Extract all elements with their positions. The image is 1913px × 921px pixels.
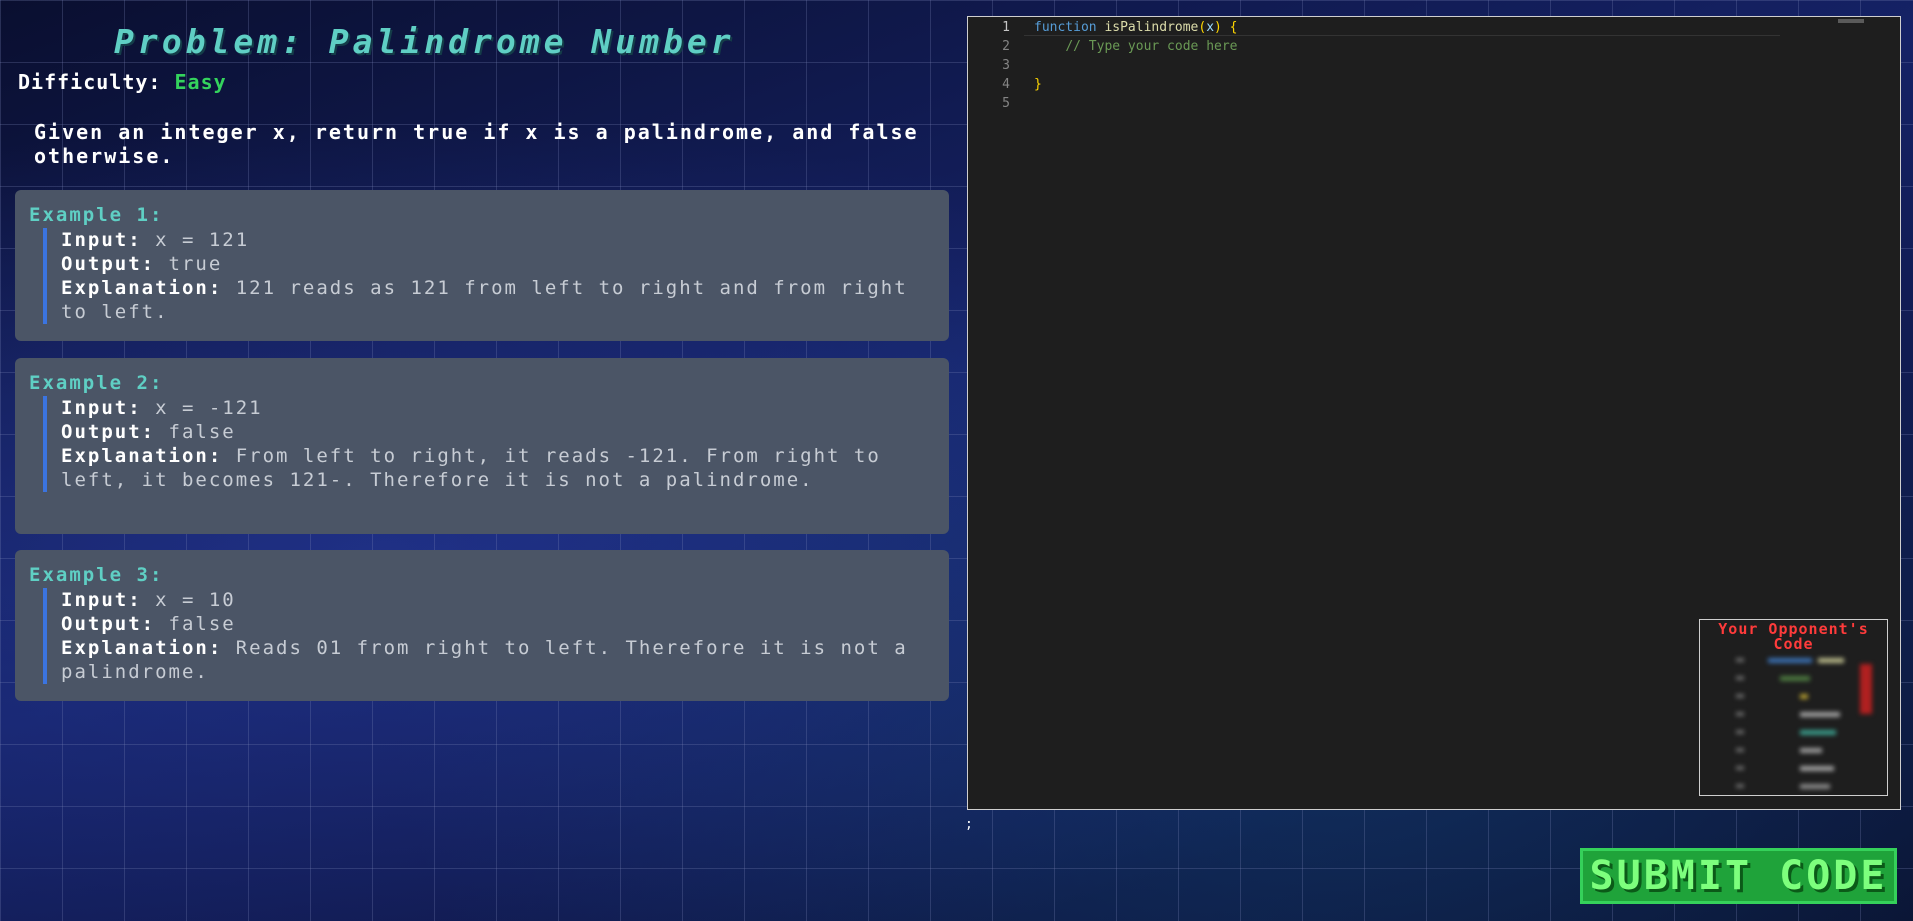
opponent-code-title: Your Opponent's Code	[1718, 620, 1869, 653]
line-number: 3	[1002, 58, 1010, 73]
example-body: Input: x = 10 Output: false Explanation:…	[43, 588, 935, 684]
example-card: Example 1: Input: x = 121 Output: true E…	[15, 190, 949, 341]
explanation-label: Explanation:	[61, 445, 223, 467]
code-text[interactable]: // Type your code here	[1034, 39, 1238, 54]
explanation-label: Explanation:	[61, 637, 223, 659]
line-number: 4	[1002, 77, 1010, 92]
output-value: false	[168, 421, 236, 443]
problem-panel: Problem: Palindrome Number Difficulty: E…	[14, 0, 952, 921]
example-explanation: Explanation: Reads 01 from right to left…	[61, 636, 935, 684]
difficulty-row: Difficulty: Easy	[18, 70, 227, 94]
code-line[interactable]: 5	[968, 96, 1900, 115]
brace-token: ) {	[1214, 20, 1238, 35]
example-input: Input: x = -121	[61, 396, 935, 420]
input-label: Input:	[61, 397, 142, 419]
code-text[interactable]: }	[1034, 77, 1042, 92]
difficulty-label: Difficulty:	[18, 70, 162, 94]
output-label: Output:	[61, 421, 156, 443]
keyword-token: function	[1034, 20, 1097, 35]
example-card: Example 3: Input: x = 10 Output: false E…	[15, 550, 949, 701]
input-value: x = 10	[155, 589, 236, 611]
code-line[interactable]: 1 function isPalindrome(x) {	[968, 20, 1900, 39]
example-title: Example 2:	[29, 372, 164, 394]
difficulty-value: Easy	[174, 70, 227, 94]
param-token: x	[1206, 20, 1215, 35]
example-title: Example 3:	[29, 564, 164, 586]
example-title: Example 1:	[29, 204, 164, 226]
line-number: 5	[1002, 96, 1010, 111]
line-number: 2	[1002, 39, 1010, 54]
input-label: Input:	[61, 229, 142, 251]
example-input: Input: x = 121	[61, 228, 935, 252]
explanation-label: Explanation:	[61, 277, 223, 299]
example-output: Output: true	[61, 252, 935, 276]
submit-code-button[interactable]: SUBMIT CODE	[1580, 848, 1897, 904]
function-name-token: isPalindrome	[1104, 20, 1199, 35]
example-body: Input: x = -121 Output: false Explanatio…	[43, 396, 935, 492]
example-output: Output: false	[61, 612, 935, 636]
example-output: Output: false	[61, 420, 935, 444]
example-body: Input: x = 121 Output: true Explanation:…	[43, 228, 935, 324]
example-explanation: Explanation: From left to right, it read…	[61, 444, 935, 492]
example-input: Input: x = 10	[61, 588, 935, 612]
brace-token: }	[1034, 77, 1042, 92]
output-value: true	[168, 253, 223, 275]
input-label: Input:	[61, 589, 142, 611]
code-text[interactable]: function isPalindrome(x) {	[1034, 20, 1238, 35]
problem-title: Problem: Palindrome Number	[114, 22, 735, 61]
code-line[interactable]: 3	[968, 58, 1900, 77]
example-card: Example 2: Input: x = -121 Output: false…	[15, 358, 949, 534]
opponent-code-preview: Your Opponent's Code	[1699, 619, 1888, 796]
code-line[interactable]: 2 // Type your code here	[968, 39, 1900, 58]
output-label: Output:	[61, 253, 156, 275]
editor-trailing-text: ;	[965, 817, 973, 832]
line-number: 1	[1002, 20, 1010, 35]
problem-description: Given an integer x, return true if x is …	[34, 120, 919, 168]
example-explanation: Explanation: 121 reads as 121 from left …	[61, 276, 935, 324]
output-label: Output:	[61, 613, 156, 635]
opponent-code-blurred	[1700, 654, 1887, 794]
input-value: x = 121	[155, 229, 250, 251]
code-line[interactable]: 4 }	[968, 77, 1900, 96]
comment-token: // Type your code here	[1065, 39, 1238, 54]
output-value: false	[168, 613, 236, 635]
input-value: x = -121	[155, 397, 263, 419]
